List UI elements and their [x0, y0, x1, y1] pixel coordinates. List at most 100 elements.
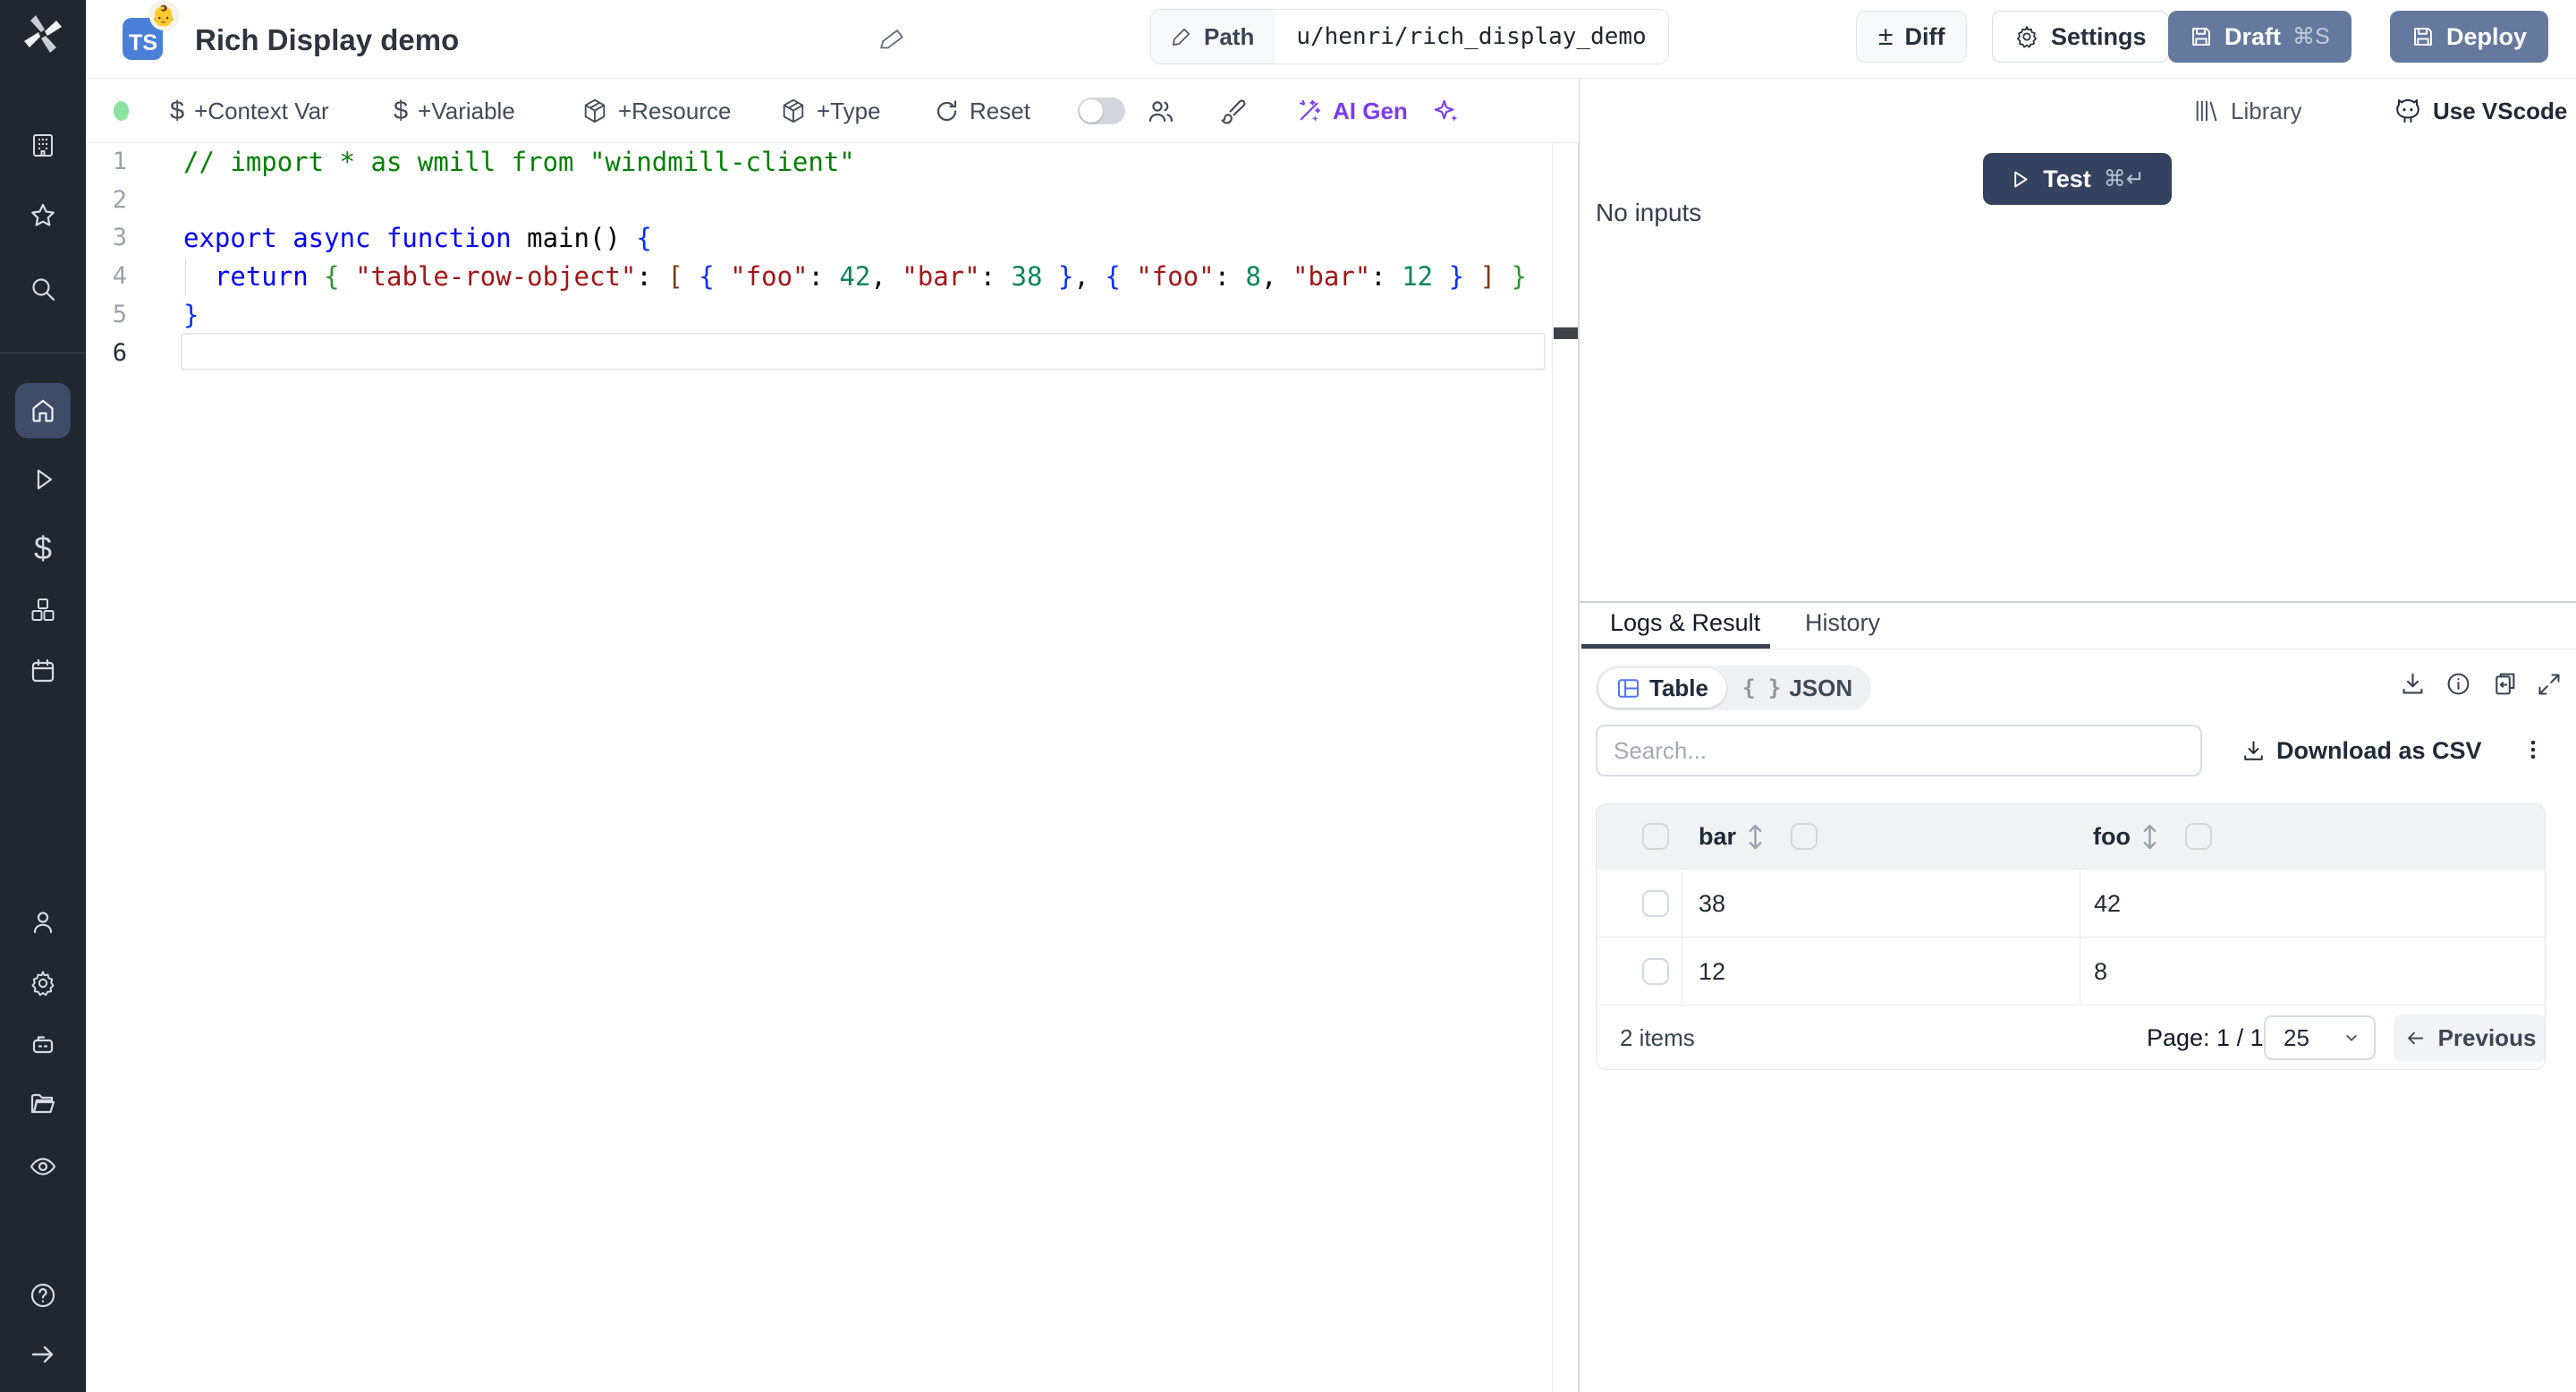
chevron-down-icon — [2346, 1035, 2357, 1041]
toggle-knob — [1080, 99, 1103, 123]
line-number: 2 — [112, 185, 127, 214]
column-bar-pin-checkbox[interactable] — [1791, 823, 1818, 850]
variables-dollar-icon[interactable]: $ — [0, 530, 86, 567]
ai-sparkles-icon[interactable] — [1433, 79, 1461, 143]
save-icon — [2192, 28, 2210, 46]
split-divider[interactable] — [1578, 79, 1580, 1392]
table-header: bar foo — [1597, 804, 2545, 869]
line-number: 1 — [112, 148, 127, 175]
windmill-logo-icon[interactable] — [21, 13, 64, 55]
info-icon[interactable] — [2445, 671, 2471, 697]
package-icon — [783, 98, 804, 123]
previous-page-button[interactable]: Previous — [2394, 1014, 2545, 1062]
user-icon[interactable] — [29, 908, 57, 937]
column-header-bar[interactable]: bar — [1699, 804, 1736, 869]
settings-button[interactable]: Settings — [1992, 11, 2169, 63]
view-toggle-json[interactable]: { } JSON — [1726, 675, 1868, 702]
dollar-icon: $ — [394, 96, 409, 125]
download-csv-button[interactable]: Download as CSV — [2241, 725, 2482, 777]
draft-button[interactable]: Draft ⌘S — [2168, 11, 2351, 63]
search-icon[interactable] — [29, 276, 57, 304]
table-row[interactable]: 38 42 — [1597, 869, 2545, 937]
column-header-foo[interactable]: foo — [2093, 804, 2131, 869]
result-action-icons — [2400, 671, 2562, 697]
add-resource-button[interactable]: +Resource — [581, 79, 731, 143]
braces-icon: { } — [1741, 675, 1782, 700]
overview-ruler-separator — [1552, 143, 1553, 1392]
page-indicator: Page: 1 / 1 — [2147, 1024, 2264, 1051]
toggle-switch[interactable] — [1078, 98, 1125, 124]
editor-mode-toggle[interactable] — [1078, 79, 1125, 143]
left-sidebar: $ — [0, 0, 86, 1392]
search-input[interactable] — [1596, 725, 2202, 777]
tab-logs-result[interactable]: Logs & Result — [1610, 609, 1760, 637]
page-size-select[interactable]: 25 — [2264, 1015, 2376, 1060]
panel-section-divider[interactable] — [1580, 601, 2576, 603]
code-line[interactable]: export async function main() { — [183, 219, 652, 258]
collapse-arrow-icon[interactable] — [29, 1340, 57, 1369]
home-icon — [32, 399, 54, 422]
library-button[interactable]: Library — [2193, 79, 2301, 143]
code-line[interactable]: // import * as wmill from "windmill-clie… — [183, 143, 855, 182]
path-control[interactable]: Path u/henri/rich_display_demo — [1150, 9, 1669, 64]
test-button[interactable]: Test ⌘↵ — [1983, 153, 2172, 205]
schedules-calendar-icon[interactable] — [29, 657, 57, 685]
sort-updown-icon[interactable] — [2140, 822, 2160, 852]
line-number: 3 — [112, 224, 127, 252]
cell-foo: 42 — [2094, 890, 2122, 917]
sort-updown-icon[interactable] — [1745, 822, 1766, 852]
table-icon — [1617, 678, 1640, 698]
draft-shortcut: ⌘S — [2292, 24, 2330, 49]
settings-gear-icon[interactable] — [29, 969, 57, 997]
runs-play-icon[interactable] — [29, 465, 57, 494]
diff-button[interactable]: ± Diff — [1856, 11, 1968, 63]
table-row[interactable]: 12 8 — [1597, 937, 2545, 1005]
arrow-left-icon — [2407, 1031, 2423, 1045]
page-title: Rich Display demo — [195, 23, 460, 56]
diff-icon: ± — [1878, 21, 1894, 51]
expand-fullscreen-icon[interactable] — [2537, 672, 2562, 697]
audit-eye-icon[interactable] — [29, 1152, 57, 1181]
download-icon[interactable] — [2400, 671, 2426, 697]
format-brush-icon[interactable] — [1220, 79, 1248, 143]
deploy-button[interactable]: Deploy — [2390, 11, 2549, 63]
download-icon — [2244, 740, 2263, 760]
add-type-button[interactable]: +Type — [780, 79, 881, 143]
code-line[interactable]: } — [183, 296, 199, 335]
ai-gen-button[interactable]: AI Gen — [1295, 79, 1408, 143]
reset-button[interactable]: Reset — [934, 79, 1030, 143]
favorites-star-icon[interactable] — [29, 201, 57, 230]
more-options-kebab-icon[interactable] — [2521, 737, 2546, 762]
rename-pencil-icon[interactable] — [880, 25, 907, 52]
copy-clipboard-icon[interactable] — [2491, 671, 2517, 697]
editor-toolbar: $ +Context Var $ +Variable +Resource +Ty… — [86, 79, 1579, 143]
workers-robot-icon[interactable] — [29, 1031, 57, 1059]
code-editor[interactable]: 1 2 3 4 5 6 // import * as wmill from "windmi… — [86, 143, 1578, 1392]
line-number: 6 — [112, 338, 127, 367]
magic-wand-icon — [1300, 99, 1321, 122]
select-all-checkbox[interactable] — [1642, 823, 1669, 850]
tab-history[interactable]: History — [1805, 609, 1880, 637]
current-line-highlight — [181, 333, 1546, 370]
resources-cubes-icon[interactable] — [29, 596, 57, 624]
path-value[interactable]: u/henri/rich_display_demo — [1275, 10, 1667, 64]
paintbrush-icon — [1221, 98, 1246, 124]
multiplayer-users-icon[interactable] — [1147, 79, 1175, 143]
code-line[interactable]: return { "table-row-object": [ { "foo": … — [183, 258, 1527, 296]
play-icon — [2014, 171, 2028, 187]
library-icon — [2196, 100, 2217, 122]
sparkles-icon — [1434, 99, 1458, 122]
view-toggle-table[interactable]: Table — [1598, 668, 1726, 708]
row-checkbox[interactable] — [1642, 958, 1669, 985]
add-variable-button[interactable]: $ +Variable — [394, 79, 515, 143]
add-context-var-button[interactable]: $ +Context Var — [170, 79, 329, 143]
column-foo-pin-checkbox[interactable] — [2185, 823, 2212, 850]
help-question-icon[interactable] — [29, 1281, 57, 1310]
sidebar-divider — [0, 352, 86, 353]
folders-icon[interactable] — [29, 1090, 57, 1118]
use-vscode-button[interactable]: Use VScode — [2394, 79, 2567, 143]
dollar-icon: $ — [170, 96, 185, 125]
package-icon — [584, 98, 606, 123]
row-checkbox[interactable] — [1642, 890, 1669, 917]
workspaces-buildings-icon[interactable] — [29, 131, 57, 159]
